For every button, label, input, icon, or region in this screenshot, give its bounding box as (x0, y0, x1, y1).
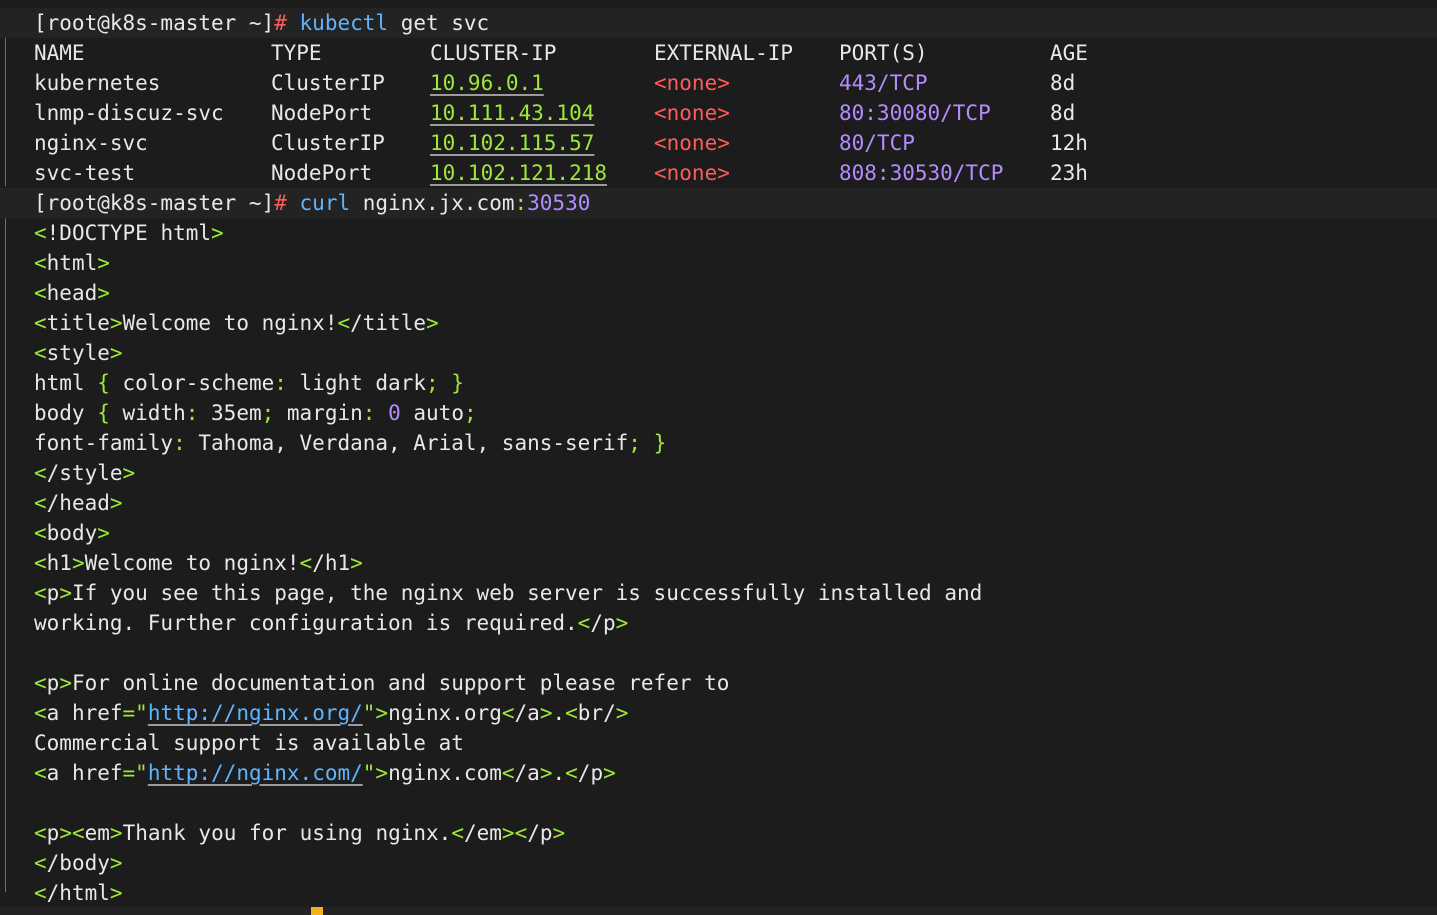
svc-ports: 443/TCP (839, 71, 928, 95)
output-line: <body> (34, 521, 110, 545)
svc-external-ip: <none> (654, 161, 730, 185)
column-header-name: NAME (34, 41, 85, 65)
output-line: <title>Welcome to nginx!</title> (34, 311, 439, 335)
output-line: </body> (34, 851, 123, 875)
prompt-user-host: [root@k8s-master ~] (34, 191, 275, 215)
svc-name: nginx-svc (34, 131, 148, 155)
prompt-line-kubectl: [root@k8s-master ~]# kubectl get svc (0, 8, 1437, 38)
command-args: get svc (400, 11, 490, 35)
output-line: <a href="http://nginx.org/">nginx.org</a… (34, 701, 629, 725)
column-header-external-ip: EXTERNAL-IP (654, 41, 794, 65)
output-line: font-family: Tahoma, Verdana, Arial, san… (34, 431, 667, 455)
output-line: <h1>Welcome to nginx!</h1> (34, 551, 363, 575)
terminal-window[interactable]: ⊟ ⊟ [root@k8s-master ~]# kubectl get svc… (0, 0, 1437, 915)
column-header-age: AGE (1050, 41, 1088, 65)
output-line: <p>For online documentation and support … (34, 671, 730, 695)
curl-host: nginx.jx.com (362, 191, 515, 215)
svc-cluster-ip[interactable]: 10.111.43.104 (430, 98, 594, 128)
svc-name: kubernetes (34, 71, 161, 95)
link-url[interactable]: http://nginx.com/ (148, 761, 363, 785)
output-line: </html> (34, 881, 123, 905)
svc-type: NodePort (271, 101, 373, 125)
svc-ports: 808:30530/TCP (839, 161, 1004, 185)
svc-ports: 80/TCP (839, 131, 915, 155)
curl-port: 30530 (527, 191, 591, 215)
command-name: kubectl (299, 11, 389, 35)
prompt-symbol: # (274, 11, 287, 35)
svc-age: 8d (1050, 101, 1076, 125)
fold-guide (5, 216, 6, 892)
output-line: <!DOCTYPE html> (34, 221, 224, 245)
svc-cluster-ip[interactable]: 10.96.0.1 (430, 68, 544, 98)
svc-ports: 80:30080/TCP (839, 101, 991, 125)
output-line: working. Further configuration is requir… (34, 611, 629, 635)
output-line: html { color-scheme: light dark; } (34, 371, 464, 395)
command-name: curl (299, 191, 351, 215)
svc-name: lnmp-discuz-svc (34, 101, 224, 125)
output-line: <p><em>Thank you for using nginx.</em></… (34, 821, 566, 845)
svc-type: ClusterIP (271, 131, 385, 155)
svc-external-ip: <none> (654, 101, 730, 125)
svc-external-ip: <none> (654, 131, 730, 155)
svc-cluster-ip[interactable]: 10.102.115.57 (430, 128, 594, 158)
link-url[interactable]: http://nginx.org/ (148, 701, 363, 725)
output-line: <a href="http://nginx.com/">nginx.com</a… (34, 761, 616, 785)
column-header-type: TYPE (271, 41, 322, 65)
prompt-line-curl: [root@k8s-master ~]# curl nginx.jx.com:3… (0, 188, 1437, 218)
svc-name: svc-test (34, 161, 136, 185)
output-line: <html> (34, 251, 110, 275)
svc-age: 23h (1050, 161, 1088, 185)
fold-guide (5, 36, 6, 186)
output-line: </style> (34, 461, 136, 485)
output-line: Commercial support is available at (34, 731, 464, 755)
column-header-cluster-ip: CLUSTER-IP (430, 41, 557, 65)
output-line: </head> (34, 491, 123, 515)
output-line: body { width: 35em; margin: 0 auto; (34, 401, 477, 425)
column-header-ports: PORT(S) (839, 41, 928, 65)
prompt-user-host: [root@k8s-master ~] (34, 11, 275, 35)
output-line: <p>If you see this page, the nginx web s… (34, 581, 983, 605)
svc-external-ip: <none> (654, 71, 730, 95)
prompt-symbol: # (274, 191, 287, 215)
table-row: svc-test NodePort 10.102.121.218 <none> … (34, 158, 1134, 188)
svc-cluster-ip[interactable]: 10.102.121.218 (430, 158, 607, 188)
table-row: kubernetes ClusterIP 10.96.0.1 <none> 44… (34, 68, 1134, 98)
svc-type: ClusterIP (271, 71, 385, 95)
table-row: lnmp-discuz-svc NodePort 10.111.43.104 <… (34, 98, 1134, 128)
output-line: <style> (34, 341, 123, 365)
svc-age: 8d (1050, 71, 1076, 95)
output-line: <head> (34, 281, 110, 305)
next-prompt-line (0, 907, 1437, 915)
table-row: nginx-svc ClusterIP 10.102.115.57 <none>… (34, 128, 1134, 158)
svc-table-header: NAME TYPE CLUSTER-IP EXTERNAL-IP PORT(S)… (34, 38, 1134, 68)
text-cursor[interactable] (311, 907, 323, 915)
svc-type: NodePort (271, 161, 373, 185)
svc-age: 12h (1050, 131, 1088, 155)
